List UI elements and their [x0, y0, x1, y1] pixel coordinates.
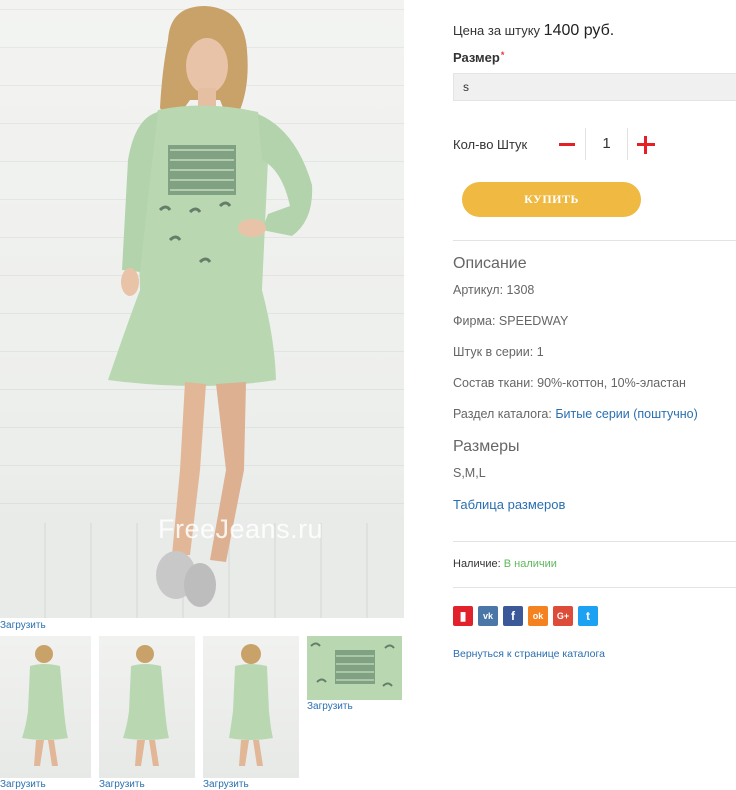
download-link-thumb-1[interactable]: Загрузить	[0, 779, 46, 790]
thumbnail-1[interactable]	[0, 636, 91, 778]
thumb-figure	[229, 644, 273, 766]
twitter-icon[interactable]: t	[578, 606, 598, 626]
description-heading: Описание	[453, 255, 527, 272]
sizes-values: S,M,L	[453, 466, 486, 480]
watermark: FreeJeans.ru	[158, 514, 324, 544]
size-label-text: Размер	[453, 50, 500, 65]
availability-label: Наличие:	[453, 558, 501, 570]
quantity-label: Кол-во Штук	[453, 137, 528, 152]
thumbnail-2[interactable]	[99, 636, 195, 778]
article-text: Артикул: 1308	[453, 283, 535, 297]
catalog-link[interactable]: Битые серии (поштучно)	[555, 407, 697, 421]
download-link-thumb-4[interactable]: Загрузить	[307, 701, 353, 712]
quantity-minus-button[interactable]	[558, 137, 576, 151]
odnoklassniki-icon[interactable]: ok	[528, 606, 548, 626]
thumbnail-3[interactable]	[203, 636, 299, 778]
divider	[453, 240, 736, 241]
availability-status: В наличии	[503, 558, 557, 570]
divider	[453, 541, 736, 542]
thumb-figure	[22, 645, 68, 766]
back-to-catalog-link[interactable]: Вернуться к странице каталога	[453, 648, 605, 660]
download-link-main[interactable]: Загрузить	[0, 620, 46, 631]
google-plus-icon[interactable]: G+	[553, 606, 573, 626]
price-row: Цена за штуку 1400 руб.	[453, 22, 614, 40]
quantity-plus-button[interactable]	[637, 136, 655, 154]
brand-text: Фирма: SPEEDWAY	[453, 314, 569, 328]
availability: Наличие: В наличии	[453, 558, 557, 570]
sizes-heading: Размеры	[453, 438, 520, 455]
divider	[453, 587, 736, 588]
thumb-figure	[307, 636, 402, 700]
price-label: Цена за штуку	[453, 23, 541, 38]
price-value: 1400 руб.	[543, 22, 615, 39]
download-link-thumb-3[interactable]: Загрузить	[203, 779, 249, 790]
quantity-divider	[627, 128, 628, 160]
size-label: Размер*	[453, 50, 504, 65]
quantity-input[interactable]: 1	[586, 128, 627, 160]
bookmark-icon[interactable]: ▮	[453, 606, 473, 626]
vk-icon[interactable]: vk	[478, 606, 498, 626]
catalog-label: Раздел каталога:	[453, 407, 552, 421]
fabric-text: Состав ткани: 90%-коттон, 10%-эластан	[453, 376, 686, 390]
size-select[interactable]: s	[453, 73, 736, 101]
size-table-link[interactable]: Таблица размеров	[453, 497, 565, 512]
catalog-section: Раздел каталога: Битые серии (поштучно)	[453, 407, 736, 421]
facebook-icon[interactable]: f	[503, 606, 523, 626]
thumb-figure	[123, 645, 169, 766]
pieces-text: Штук в серии: 1	[453, 345, 544, 359]
download-link-thumb-2[interactable]: Загрузить	[99, 779, 145, 790]
main-product-photo[interactable]: FreeJeans.ru	[0, 0, 404, 618]
required-mark: *	[500, 50, 505, 60]
buy-button[interactable]: КУПИТЬ	[462, 182, 641, 217]
thumbnail-4[interactable]	[307, 636, 402, 700]
